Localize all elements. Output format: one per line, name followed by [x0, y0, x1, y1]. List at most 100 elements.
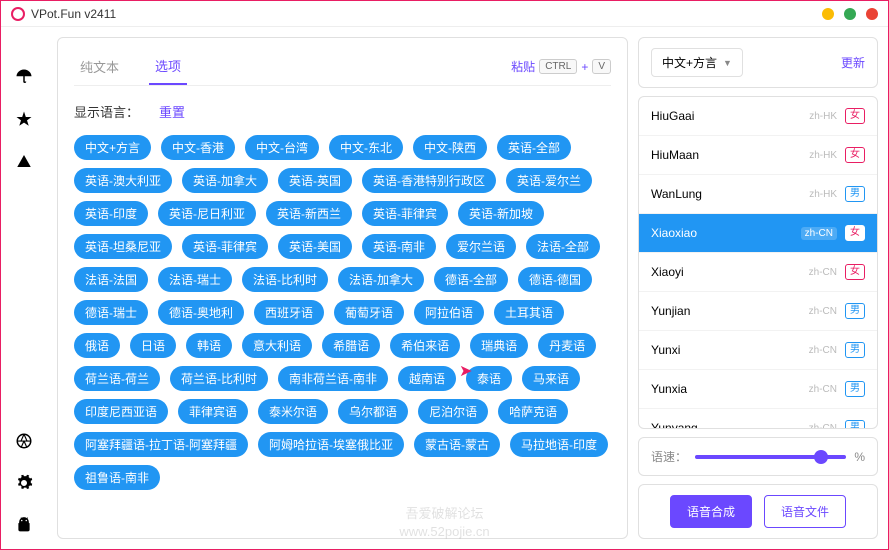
language-tag[interactable]: 德语-德国 — [518, 267, 592, 292]
minimize-button[interactable] — [822, 8, 834, 20]
language-tag[interactable]: 泰米尔语 — [258, 399, 328, 424]
language-tag[interactable]: 越南语 — [398, 366, 456, 391]
language-tag[interactable]: 中文-香港 — [161, 135, 235, 160]
language-tag[interactable]: 英语-英国 — [278, 168, 352, 193]
gender-badge: 女 — [845, 264, 865, 280]
voice-locale: zh-CN — [809, 423, 837, 430]
language-tag[interactable]: 西班牙语 — [254, 300, 324, 325]
language-tag[interactable]: 英语-香港特别行政区 — [362, 168, 496, 193]
lang-reset[interactable]: 重置 — [159, 102, 185, 121]
language-tag[interactable]: 蒙古语-蒙古 — [414, 432, 500, 457]
language-tag[interactable]: 尼泊尔语 — [418, 399, 488, 424]
language-tag[interactable]: 日语 — [130, 333, 176, 358]
voice-row[interactable]: Yunjianzh-CN男 — [639, 292, 877, 331]
language-tag[interactable]: 祖鲁语-南非 — [74, 465, 160, 490]
tab-options[interactable]: 选项 — [149, 48, 187, 85]
maximize-button[interactable] — [844, 8, 856, 20]
language-tag[interactable]: 英语-美国 — [278, 234, 352, 259]
language-tag[interactable]: 印度尼西亚语 — [74, 399, 168, 424]
kbd-ctrl: CTRL — [539, 59, 577, 74]
file-button[interactable]: 语音文件 — [764, 495, 846, 528]
voice-row[interactable]: Xiaoxiaozh-CN女 — [639, 214, 877, 253]
speed-slider[interactable] — [695, 455, 846, 459]
voice-row[interactable]: Xiaoyizh-CN女 — [639, 253, 877, 292]
language-tag[interactable]: 法语-全部 — [526, 234, 600, 259]
language-tag[interactable]: 菲律宾语 — [178, 399, 248, 424]
language-tag[interactable]: 瑞典语 — [470, 333, 528, 358]
star-icon[interactable] — [14, 109, 34, 129]
umbrella-icon[interactable] — [14, 67, 34, 87]
language-tag[interactable]: 阿塞拜疆语-拉丁语-阿塞拜疆 — [74, 432, 248, 457]
voice-locale: zh-HK — [809, 150, 837, 161]
language-tag[interactable]: 中文-东北 — [329, 135, 403, 160]
language-tag[interactable]: 英语-澳大利亚 — [74, 168, 172, 193]
voice-row[interactable]: HiuMaanzh-HK女 — [639, 136, 877, 175]
voice-row[interactable]: HiuGaaizh-HK女 — [639, 97, 877, 136]
language-tag[interactable]: 希腊语 — [322, 333, 380, 358]
language-tag[interactable]: 英语-菲律宾 — [182, 234, 268, 259]
language-tag[interactable]: 中文-陕西 — [413, 135, 487, 160]
language-tag[interactable]: 英语-印度 — [74, 201, 148, 226]
language-tag[interactable]: 法语-加拿大 — [338, 267, 424, 292]
language-tag[interactable]: 爱尔兰语 — [446, 234, 516, 259]
language-tag[interactable]: 南非荷兰语-南非 — [278, 366, 388, 391]
tab-plaintext[interactable]: 纯文本 — [74, 49, 125, 84]
kbd-plus: + — [581, 60, 588, 74]
language-tag[interactable]: 阿姆哈拉语-埃塞俄比亚 — [258, 432, 404, 457]
language-tag[interactable]: 法语-比利时 — [242, 267, 328, 292]
voice-row[interactable]: WanLungzh-HK男 — [639, 175, 877, 214]
language-tag[interactable]: 德语-瑞士 — [74, 300, 148, 325]
voice-locale: zh-CN — [809, 345, 837, 356]
paste-label: 粘贴 — [511, 58, 535, 75]
language-tag[interactable]: 英语-尼日利亚 — [158, 201, 256, 226]
language-tag[interactable]: 俄语 — [74, 333, 120, 358]
gender-badge: 女 — [845, 147, 865, 163]
voice-list[interactable]: HiuGaaizh-HK女HiuMaanzh-HK女WanLungzh-HK男X… — [638, 96, 878, 429]
language-tag[interactable]: 英语-爱尔兰 — [506, 168, 592, 193]
language-tag[interactable]: 中文+方言 — [74, 135, 151, 160]
gender-badge: 男 — [845, 342, 865, 358]
language-tag[interactable]: 阿拉伯语 — [414, 300, 484, 325]
language-tag[interactable]: 马来语 — [522, 366, 580, 391]
voice-row[interactable]: Yunxizh-CN男 — [639, 331, 877, 370]
language-tag[interactable]: 法语-法国 — [74, 267, 148, 292]
language-tag[interactable]: 丹麦语 — [538, 333, 596, 358]
aperture-icon[interactable] — [14, 431, 34, 451]
language-tag[interactable]: 泰语 — [466, 366, 512, 391]
triangle-icon[interactable] — [14, 151, 34, 171]
language-tag[interactable]: 法语-瑞士 — [158, 267, 232, 292]
language-tag[interactable]: 马拉地语-印度 — [510, 432, 608, 457]
voice-row[interactable]: Yunyangzh-CN男 — [639, 409, 877, 429]
language-tag[interactable]: 荷兰语-比利时 — [170, 366, 268, 391]
gear-icon[interactable] — [14, 473, 34, 493]
language-tags: 中文+方言中文-香港中文-台湾中文-东北中文-陕西英语-全部英语-澳大利亚英语-… — [74, 135, 611, 490]
language-tag[interactable]: 意大利语 — [242, 333, 312, 358]
language-tag[interactable]: 英语-新西兰 — [266, 201, 352, 226]
paste-hint[interactable]: 粘贴 CTRL + V — [511, 58, 611, 75]
sidebar — [1, 27, 47, 549]
language-tag[interactable]: 荷兰语-荷兰 — [74, 366, 160, 391]
language-tag[interactable]: 葡萄牙语 — [334, 300, 404, 325]
synth-button[interactable]: 语音合成 — [670, 495, 752, 528]
language-tag[interactable]: 英语-加拿大 — [182, 168, 268, 193]
update-link[interactable]: 更新 — [841, 54, 865, 71]
language-tag[interactable]: 英语-坦桑尼亚 — [74, 234, 172, 259]
slider-thumb[interactable] — [814, 450, 828, 464]
language-tag[interactable]: 希伯来语 — [390, 333, 460, 358]
language-tag[interactable]: 英语-南非 — [362, 234, 436, 259]
language-tag[interactable]: 中文-台湾 — [245, 135, 319, 160]
window-controls — [822, 8, 878, 20]
language-tag[interactable]: 英语-菲律宾 — [362, 201, 448, 226]
language-tag[interactable]: 德语-全部 — [434, 267, 508, 292]
language-tag[interactable]: 英语-全部 — [497, 135, 571, 160]
android-icon[interactable] — [14, 515, 34, 535]
language-tag[interactable]: 乌尔都语 — [338, 399, 408, 424]
language-tag[interactable]: 英语-新加坡 — [458, 201, 544, 226]
voice-row[interactable]: Yunxiazh-CN男 — [639, 370, 877, 409]
close-button[interactable] — [866, 8, 878, 20]
language-tag[interactable]: 韩语 — [186, 333, 232, 358]
locale-dropdown[interactable]: 中文+方言 ▼ — [651, 48, 743, 77]
language-tag[interactable]: 德语-奥地利 — [158, 300, 244, 325]
language-tag[interactable]: 哈萨克语 — [498, 399, 568, 424]
language-tag[interactable]: 土耳其语 — [494, 300, 564, 325]
